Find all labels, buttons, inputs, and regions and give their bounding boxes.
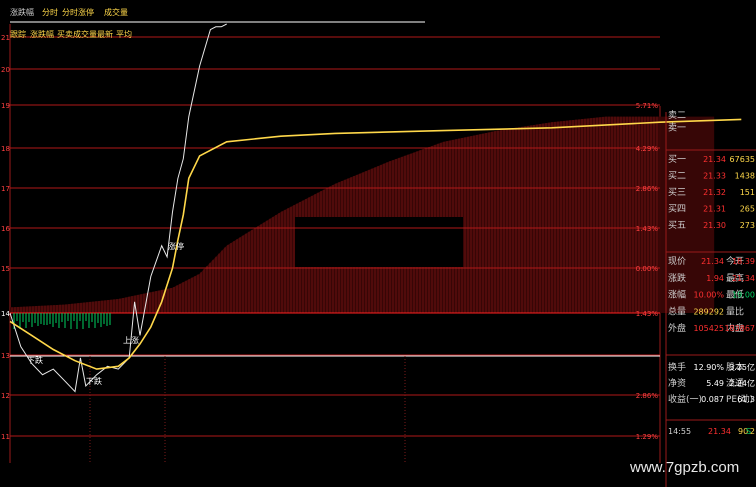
mask-block-top: [425, 16, 665, 106]
quote-label: 总量: [668, 305, 686, 317]
watermark: www.7gpzb.com: [630, 459, 740, 476]
sub-tab-latest[interactable]: 最新: [97, 30, 113, 40]
left-tick-label: 20: [1, 66, 10, 74]
quote-value: 21.34: [732, 274, 755, 283]
left-tick-label: 16: [1, 225, 10, 233]
buy-price: 21.34: [703, 155, 726, 164]
fund-label: 收益(一): [668, 393, 702, 405]
chart-canvas: 21 20 19 18 17 16 15 14 13 12 11 5.71% 4.29% 2.86% 1.4…: [1, 16, 756, 487]
quote-value: 19.00: [732, 291, 755, 300]
left-tick-label: 19: [1, 102, 10, 110]
left-tick-label: 17: [1, 185, 10, 193]
buy-label: 买三: [668, 187, 686, 198]
stock-intraday-chart: 21 20 19 18 17 16 15 14 13 12 11 5.71% 4.29% 2.86% 1.4…: [0, 0, 756, 487]
quote-value: 18.39: [732, 257, 755, 266]
right-tick-label: 2.86%: [636, 392, 659, 400]
quote-label: 涨跌: [668, 273, 686, 284]
quote-label: 现价: [668, 256, 686, 267]
left-tick-label: 15: [1, 265, 10, 273]
open-volume-bars: [13, 313, 111, 329]
annotation-mark-2: 涨停: [168, 242, 184, 251]
tab-limit-up[interactable]: 分时涨停: [62, 8, 94, 18]
fund-value: 3.25亿: [729, 362, 755, 372]
quote-value: 1.94: [706, 274, 724, 283]
quote-value: 289292: [693, 307, 724, 316]
quote-label: 外盘: [668, 322, 686, 334]
buy-label: 买五: [668, 220, 686, 231]
sell-label: 卖二: [668, 110, 686, 121]
right-tick-label: 1.43%: [636, 225, 659, 233]
fund-value: 5.49: [706, 379, 724, 388]
tab-time-share[interactable]: 分时: [42, 8, 58, 18]
right-tick-label: 2.86%: [636, 185, 659, 193]
buy-price: 21.31: [703, 205, 726, 214]
buy-volume: 67635: [730, 155, 755, 164]
left-tick-label: 14: [1, 310, 10, 318]
quote-value: 183867: [724, 324, 755, 333]
sub-tab-trade[interactable]: 买卖: [57, 30, 73, 40]
right-tick-label: 1.29%: [636, 433, 659, 441]
right-tick-label: 0.00%: [636, 265, 659, 273]
buy-price: 21.30: [703, 221, 726, 230]
right-tick-label: 1.43%: [636, 310, 659, 318]
buy-volume: 265: [740, 205, 755, 214]
buy-price: 21.32: [703, 188, 726, 197]
right-tick-label: 4.29%: [636, 145, 659, 153]
buy-volume: 1438: [735, 172, 755, 181]
left-tick-label: 12: [1, 392, 10, 400]
buy-label: 买二: [668, 171, 686, 182]
series-line-price: [9, 23, 227, 393]
fund-value: 61.3: [737, 395, 755, 404]
sub-tab-track[interactable]: 跟踪: [10, 30, 26, 40]
annotation-low-2: 下跌: [86, 377, 102, 386]
quote-value: 10.00%: [693, 291, 724, 300]
buy-volume: 273: [740, 221, 755, 230]
last-tick-extra: 2: [750, 427, 755, 436]
buy-label: 买一: [668, 154, 686, 165]
last-tick-price: 21.34: [708, 427, 731, 436]
left-tick-label: 11: [1, 433, 10, 441]
buy-label: 买四: [668, 204, 686, 215]
sub-tab-average[interactable]: 平均: [116, 30, 132, 40]
last-tick-time: 14:55: [668, 427, 691, 436]
right-tick-label: 5.71%: [636, 102, 659, 110]
sub-tab-change[interactable]: 涨跌幅: [30, 30, 54, 40]
fund-value: 0.087: [701, 395, 724, 404]
quote-label: 涨幅: [668, 289, 686, 301]
quote-value: 105425: [693, 324, 724, 333]
header-title: 涨跌幅: [10, 8, 34, 17]
left-tick-label: 21: [1, 34, 10, 42]
tab-volume[interactable]: 成交量: [104, 8, 128, 18]
sell-label: 卖一: [668, 123, 686, 134]
buy-price: 21.33: [703, 172, 726, 181]
left-tick-label: 18: [1, 145, 10, 153]
mask-block-center: [295, 217, 463, 267]
sub-tab-volume[interactable]: 成交量: [73, 30, 97, 40]
fund-label: 净资: [668, 377, 686, 389]
quote-label: 量比: [726, 305, 744, 317]
left-tick-label: 13: [1, 352, 10, 360]
quote-value: 21.34: [701, 257, 724, 266]
fund-value: 2.24亿: [729, 378, 755, 388]
fund-label: 换手: [668, 361, 686, 373]
fund-value: 12.90%: [693, 363, 724, 372]
buy-volume: 151: [740, 188, 755, 197]
annotation-mark-1: 上涨: [123, 336, 139, 345]
annotation-low-1: 下跌: [27, 356, 43, 365]
